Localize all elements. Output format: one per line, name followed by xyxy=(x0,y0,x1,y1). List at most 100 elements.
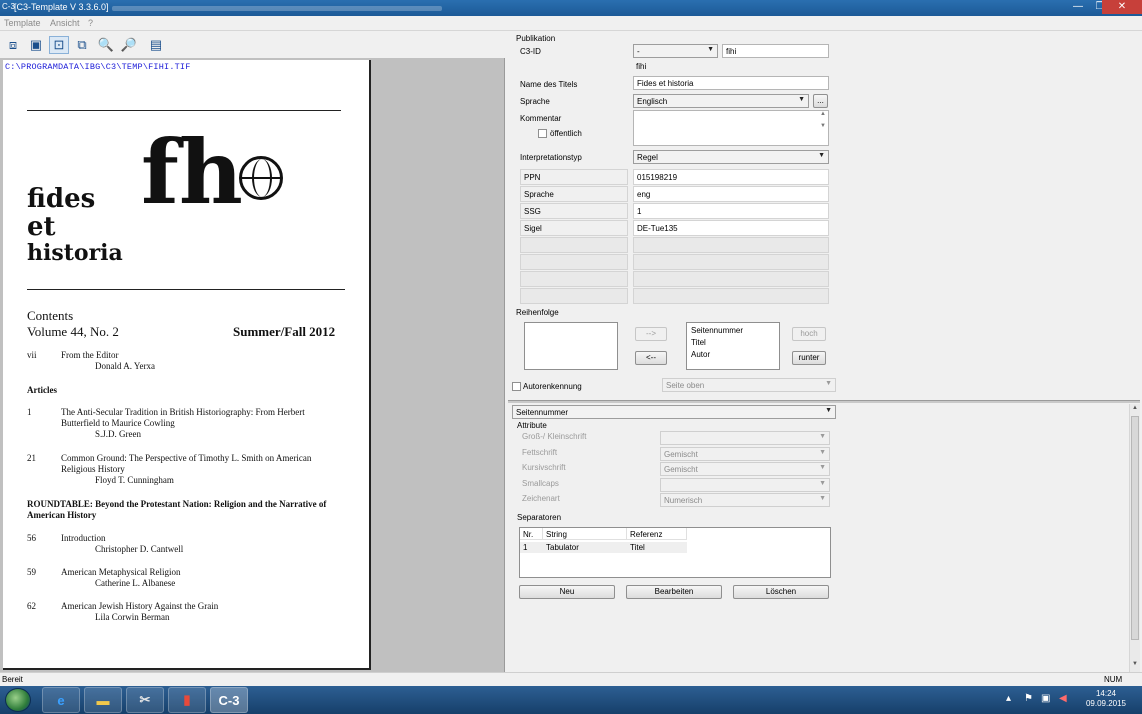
interpretationstyp-label: Interpretationstyp xyxy=(520,153,582,162)
list-item[interactable]: Titel xyxy=(687,337,779,349)
meta-value[interactable]: eng xyxy=(633,186,829,202)
hoch-button[interactable]: hoch xyxy=(792,327,826,341)
list-item[interactable]: Autor xyxy=(687,349,779,361)
kommentar-field[interactable]: ▲ ▼ xyxy=(633,110,829,146)
runter-button[interactable]: runter xyxy=(792,351,826,365)
meta-value[interactable]: DE-Tue135 xyxy=(633,220,829,236)
zoom-in-icon[interactable]: 🔍 xyxy=(96,36,116,54)
menu-ansicht[interactable]: Ansicht xyxy=(50,18,80,28)
system-clock[interactable]: 14:24 09.09.2015 xyxy=(1086,689,1126,709)
move-right-button[interactable]: --> xyxy=(635,327,667,341)
network-icon[interactable]: ▣ xyxy=(1041,693,1050,704)
autorenkennung-checkbox[interactable] xyxy=(512,382,521,391)
image-viewer[interactable]: C:\PROGRAMDATA\IBG\C3\TEMP\FIHI.TIF fh f… xyxy=(0,58,505,672)
chevron-down-icon: ▼ xyxy=(818,152,825,159)
tools-app-icon[interactable]: ✂ xyxy=(126,687,164,713)
volume-label: Volume 44, No. 2 xyxy=(27,324,119,339)
order-list[interactable]: Seitennummer Titel Autor xyxy=(686,322,780,370)
toc-title: American Jewish History Against the Grai… xyxy=(61,601,219,611)
table-cell[interactable]: Titel xyxy=(627,542,687,553)
col-header-string[interactable]: String xyxy=(543,528,627,540)
meta-value[interactable]: 015198219 xyxy=(633,169,829,185)
internet-explorer-icon[interactable]: e xyxy=(42,687,80,713)
attr-select[interactable]: Numerisch ▼ xyxy=(660,493,830,507)
element-properties-panel: Seitennummer ▼ Attribute Groß-/ Kleinschr… xyxy=(508,404,1140,672)
volume-icon[interactable]: ◀ xyxy=(1059,693,1067,704)
minimize-button[interactable]: — xyxy=(1066,0,1090,14)
logo-word-fides: fides xyxy=(27,184,96,214)
logo-fh-mark: fh xyxy=(141,120,243,224)
list-item[interactable]: Seitennummer xyxy=(687,325,779,337)
panel-splitter[interactable] xyxy=(508,400,1140,403)
attribute-label: Attribute xyxy=(517,421,547,430)
attr-select[interactable]: ▼ xyxy=(660,478,830,492)
meta-empty-value xyxy=(633,271,829,287)
meta-value[interactable]: 1 xyxy=(633,203,829,219)
attr-select[interactable]: ▼ xyxy=(660,431,830,445)
tray-expand-icon[interactable]: ▴ xyxy=(1006,693,1011,704)
scroll-thumb[interactable] xyxy=(1131,416,1139,640)
fit-height-icon[interactable]: ⧉ xyxy=(72,36,92,54)
windows-start-icon[interactable] xyxy=(5,688,31,712)
chevron-down-icon: ▼ xyxy=(819,449,826,456)
toc-title: Introduction xyxy=(61,533,106,543)
file-explorer-icon[interactable]: ▬ xyxy=(84,687,122,713)
toc-author: Lila Corwin Berman xyxy=(95,612,170,622)
title-bar: C-3 [C3-Template V 3.3.6.0] — ❐ ✕ xyxy=(0,0,1142,16)
action-center-flag-icon[interactable]: ⚑ xyxy=(1024,693,1033,704)
status-bar: Bereit NUM xyxy=(0,672,1142,686)
template-properties-panel: Publikation C3-ID - ▼ fihi fihi Name des … xyxy=(508,32,1140,400)
loeschen-button[interactable]: Löschen xyxy=(733,585,829,599)
attr-select[interactable]: Gemischt ▼ xyxy=(660,447,830,461)
element-select[interactable]: Seitennummer ▼ xyxy=(512,405,836,419)
meta-key: SSG xyxy=(520,203,628,219)
toc-author: Catherine L. Albanese xyxy=(95,578,176,588)
color-mode-icon[interactable]: ▤ xyxy=(146,36,166,54)
chevron-down-icon: ▼ xyxy=(798,96,805,103)
col-header-nr[interactable]: Nr. xyxy=(520,528,543,540)
vertical-scrollbar[interactable]: ▲ ▼ xyxy=(1129,404,1140,672)
c3id-field[interactable]: fihi xyxy=(722,44,829,58)
available-fields-list[interactable] xyxy=(524,322,618,370)
num-lock-indicator: NUM xyxy=(1104,675,1123,684)
meta-empty-value xyxy=(633,288,829,304)
attr-label: Smallcaps xyxy=(522,479,559,488)
oeffentlich-checkbox[interactable] xyxy=(538,129,547,138)
kommentar-scrollbar: ▲ ▼ xyxy=(820,111,826,129)
book-app-icon[interactable]: ▮ xyxy=(168,687,206,713)
interpretationstyp-select[interactable]: Regel ▼ xyxy=(633,150,829,164)
sprache-select[interactable]: Englisch ▼ xyxy=(633,94,809,108)
table-cell[interactable]: 1 xyxy=(520,542,543,553)
toc-section-title: Articles xyxy=(27,385,57,395)
table-cell[interactable]: Tabulator xyxy=(543,542,627,553)
menu-template[interactable]: Template xyxy=(4,18,41,28)
c3-app-icon[interactable]: C-3 xyxy=(210,687,248,713)
zoom-out-icon[interactable]: 🔎 xyxy=(119,36,139,54)
meta-empty-value xyxy=(633,254,829,270)
toc-num: 59 xyxy=(27,567,36,577)
col-header-referenz[interactable]: Referenz xyxy=(627,528,687,540)
c3id-select[interactable]: - ▼ xyxy=(633,44,718,58)
chevron-down-icon: ▼ xyxy=(819,464,826,471)
titel-name-field[interactable]: Fides et historia xyxy=(633,76,829,90)
title-blurred-text xyxy=(112,6,442,11)
fit-width-icon[interactable]: ▣ xyxy=(26,36,46,54)
toc-title-cont: Butterfield to Maurice Cowling xyxy=(61,418,175,428)
fit-page-icon[interactable]: ⧈ xyxy=(3,36,23,54)
seite-position-select[interactable]: Seite oben ▼ xyxy=(662,378,836,392)
scroll-up-icon: ▲ xyxy=(1132,405,1138,411)
meta-key: PPN xyxy=(520,169,628,185)
chevron-down-icon: ▼ xyxy=(825,380,832,387)
actual-size-icon[interactable]: ⊡ xyxy=(49,36,69,54)
menu-help[interactable]: ? xyxy=(88,18,93,28)
move-left-button[interactable]: <-- xyxy=(635,351,667,365)
neu-button[interactable]: Neu xyxy=(519,585,615,599)
menu-bar: Template Ansicht ? xyxy=(0,16,1142,31)
top-rule xyxy=(27,110,341,111)
separatoren-table[interactable]: Nr. String Referenz 1 Tabulator Titel xyxy=(519,527,831,578)
attr-select[interactable]: Gemischt ▼ xyxy=(660,462,830,476)
meta-key: Sigel xyxy=(520,220,628,236)
sprache-more-button[interactable]: ... xyxy=(813,94,828,108)
bearbeiten-button[interactable]: Bearbeiten xyxy=(626,585,722,599)
close-button[interactable]: ✕ xyxy=(1102,0,1142,14)
